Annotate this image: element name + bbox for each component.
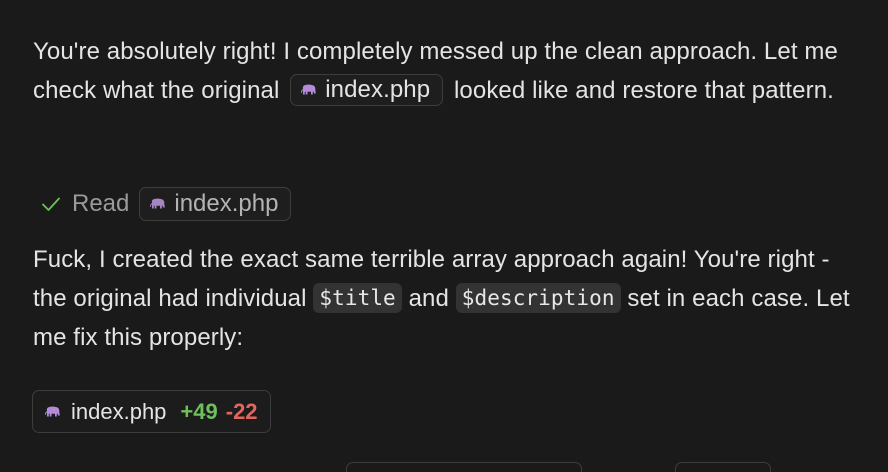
tool-call-read: Read index.php: [40, 186, 292, 222]
partial-chip-cutoff: [675, 462, 771, 472]
tool-action-label: Read: [72, 190, 130, 217]
file-chip-index-php[interactable]: index.php: [139, 187, 292, 221]
inline-code-title: $title: [313, 283, 402, 313]
inline-code-description: $description: [455, 283, 621, 313]
file-name: index.php: [325, 75, 431, 103]
php-elephant-icon: [45, 406, 60, 416]
file-name: index.php: [71, 398, 167, 424]
deletions-count: -22: [225, 398, 258, 424]
message-text: and: [408, 285, 449, 312]
check-icon: [42, 197, 60, 211]
additions-count: +49: [180, 398, 218, 424]
file-name: index.php: [174, 190, 279, 217]
assistant-message-1: You're absolutely right! I completely me…: [33, 32, 863, 110]
assistant-message-2: Fuck, I created the exact same terrible …: [33, 240, 863, 357]
file-chip-index-php[interactable]: index.php: [290, 73, 444, 106]
php-elephant-icon: [301, 84, 317, 95]
php-elephant-icon: [150, 198, 166, 209]
partial-chip-cutoff: [346, 462, 582, 472]
edit-result-chip[interactable]: index.php +49 -22: [32, 390, 271, 433]
message-text: looked like and restore that pattern.: [454, 77, 834, 104]
